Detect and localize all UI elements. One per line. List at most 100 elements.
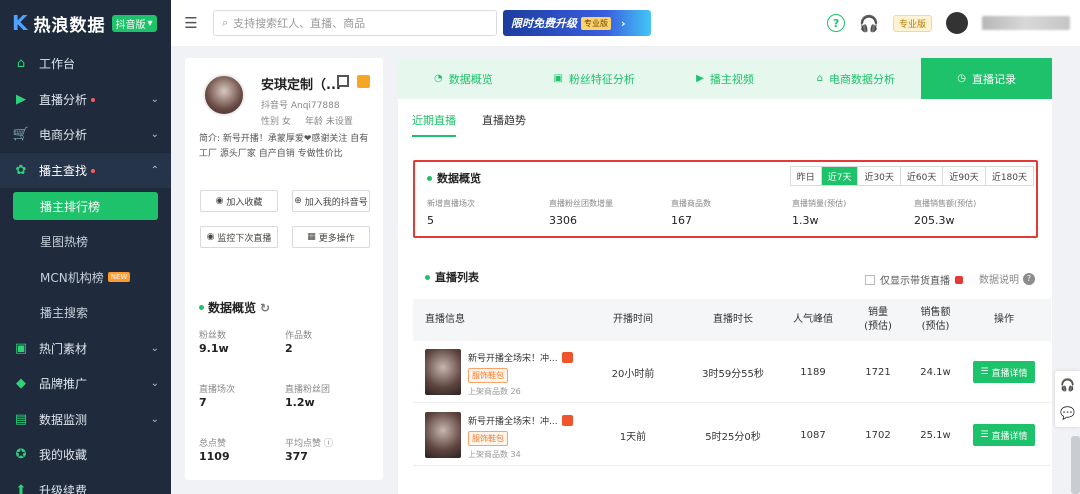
chevron-down-icon: ⌄ — [150, 342, 159, 354]
headset-icon[interactable]: 🎧 — [1060, 378, 1075, 392]
checkbox-box[interactable] — [865, 274, 875, 285]
profile-card: 安琪定制（... 抖音号 Anqi77888 性别 女 年龄 未设置 简介: 新… — [185, 58, 383, 480]
gear-icon: ✿ — [15, 162, 27, 178]
cell-revenue: 24.1w — [920, 366, 951, 378]
platform-switch[interactable]: 抖音版 ▾ — [111, 14, 157, 32]
sidebar-sub-mcn-rank[interactable]: MCN机构榜 NEW — [0, 260, 171, 296]
sidebar-item-upgrade[interactable]: ⬆ 升级续费 — [0, 473, 171, 494]
sidebar-sub-streamer-rank[interactable]: 播主排行榜 — [13, 192, 158, 220]
sidebar-item-live-analysis[interactable]: ▶ 直播分析 ⌄ — [0, 82, 171, 118]
banner-text: 限时免费升级 — [511, 17, 577, 30]
sidebar-item-ecommerce[interactable]: 🛒 电商分析 ⌄ — [0, 117, 171, 153]
cell-sales: 1702 — [865, 429, 891, 441]
sidebar-item-label: 我的收藏 — [39, 448, 88, 463]
clock-icon: ◷ — [957, 73, 966, 84]
category-tag: 服饰鞋包 — [468, 368, 508, 383]
chart-icon: ▤ — [14, 411, 28, 427]
range-selector: 昨日 近7天 近30天 近60天 近90天 近180天 — [789, 166, 1034, 186]
upgrade-banner[interactable]: 限时免费升级 专业版 › — [503, 10, 651, 36]
cube-icon: ◆ — [16, 376, 26, 392]
live-overview-panel: 数据概览 昨日 近7天 近30天 近60天 近90天 近180天 新增直播场次 … — [413, 160, 1038, 238]
range-60d[interactable]: 近60天 — [899, 167, 942, 185]
tab-streamer-videos[interactable]: ▶ 播主视频 — [659, 58, 791, 99]
table-row[interactable]: 新号开播全场宋！冲... 服饰鞋包 上架商品数 26 20小时前 3时59分55… — [413, 341, 1051, 403]
stat-label: 直播粉丝团 — [285, 385, 331, 395]
stat-label: 总点赞 — [199, 439, 227, 449]
menu-toggle-icon[interactable]: ☰ — [171, 14, 211, 32]
subtab-live-trend[interactable]: 直播趋势 — [482, 112, 526, 137]
qrcode-icon[interactable] — [337, 75, 349, 87]
live-icon: ▶ — [16, 91, 26, 107]
live-thumbnail[interactable] — [425, 349, 461, 395]
only-selling-checkbox[interactable]: 仅显示带货直播 — [865, 272, 963, 287]
cart-tag-icon — [561, 415, 573, 426]
range-90d[interactable]: 近90天 — [942, 167, 984, 185]
add-favorite-button[interactable]: ◉ 加入收藏 — [200, 190, 278, 212]
cell-peak: 1087 — [800, 429, 826, 441]
tab-data-overview[interactable]: ◔ 数据概览 — [398, 58, 529, 99]
help-icon[interactable]: ⓘ — [324, 439, 333, 449]
logo[interactable]: K 热浪数据 抖音版 ▾ — [0, 0, 171, 46]
sidebar-item-hot-material[interactable]: ▣ 热门素材 ⌄ — [0, 331, 171, 367]
scrollbar[interactable] — [1071, 436, 1080, 494]
avatar[interactable] — [946, 12, 968, 34]
range-7d[interactable]: 近7天 — [820, 167, 858, 185]
sidebar-item-favorites[interactable]: ✪ 我的收藏 — [0, 437, 171, 473]
cell-peak: 1189 — [800, 366, 826, 378]
refresh-icon[interactable]: ↻ — [260, 301, 270, 315]
username-blurred[interactable] — [982, 16, 1070, 30]
cell-revenue: 25.1w — [920, 429, 951, 441]
sidebar-item-workbench[interactable]: ⌂ 工作台 — [0, 46, 171, 82]
main-panel: ◔ 数据概览 ▣ 粉丝特征分析 ▶ 播主视频 ⌂ 电商数据分析 ◷ 直播记录 近… — [398, 58, 1052, 494]
list-icon: ☰ — [980, 367, 989, 377]
search-input[interactable]: ⌕ 支持搜索红人、直播、商品 — [213, 10, 497, 36]
chevron-down-icon: ⌄ — [150, 93, 159, 105]
headset-icon[interactable]: 🎧 — [859, 14, 879, 33]
add-douyin-button[interactable]: ⊕ 加入我的抖音号 — [292, 190, 370, 212]
subtab-recent-live[interactable]: 近期直播 — [412, 112, 456, 137]
brand-logo-icon: K — [12, 11, 28, 35]
overview-stat-value: 5 — [427, 214, 434, 227]
live-thumbnail[interactable] — [425, 412, 461, 458]
live-detail-button[interactable]: ☰ 直播详情 — [973, 361, 1035, 383]
sidebar-sub-star-hot[interactable]: 星图热榜 — [0, 224, 171, 260]
arrow-right-icon: › — [621, 16, 626, 30]
stat-value: 9.1w — [199, 342, 229, 355]
sidebar-item-label: 数据监测 — [39, 412, 88, 427]
grid-icon: ▦ — [307, 232, 316, 242]
list-title: 直播列表 — [425, 269, 479, 285]
favorite-icon: ◉ — [215, 196, 224, 206]
shop-icon[interactable] — [357, 75, 370, 88]
sidebar-item-brand-promo[interactable]: ◆ 品牌推广 ⌄ — [0, 366, 171, 402]
more-actions-button[interactable]: ▦ 更多操作 — [292, 226, 370, 248]
monitor-next-live-button[interactable]: ◉ 监控下次直播 — [200, 226, 278, 248]
range-30d[interactable]: 近30天 — [857, 167, 899, 185]
tab-ecommerce-analysis[interactable]: ⌂ 电商数据分析 — [790, 58, 922, 99]
sidebar-item-streamer-search[interactable]: ✿ 播主查找 ⌃ — [0, 152, 171, 188]
overview-stat-label: 直播粉丝团数增量 — [549, 199, 613, 208]
tab-live-records[interactable]: ◷ 直播记录 — [921, 58, 1052, 99]
profile-avatar — [203, 74, 245, 116]
cell-sales: 1721 — [865, 366, 891, 378]
question-icon: ? — [1023, 272, 1035, 285]
overview-stat-label: 直播销量(预估) — [792, 199, 847, 208]
sidebar-sub-streamer-search[interactable]: 播主搜索 — [0, 295, 171, 331]
wechat-icon[interactable]: 💬 — [1060, 406, 1075, 420]
stat-label: 平均点赞 ⓘ — [285, 439, 333, 449]
help-icon[interactable]: ? — [827, 14, 846, 32]
live-detail-button[interactable]: ☰ 直播详情 — [973, 424, 1035, 446]
overview-stat-value: 205.3w — [914, 214, 955, 227]
banner-badge: 专业版 — [581, 16, 611, 30]
live-title[interactable]: 新号开播全场宋！冲... — [468, 351, 573, 364]
data-note-link[interactable]: 数据说明 ? — [979, 271, 1035, 286]
live-title[interactable]: 新号开播全场宋！冲... — [468, 414, 573, 427]
tab-fans-analysis[interactable]: ▣ 粉丝特征分析 — [528, 58, 660, 99]
table-row[interactable]: 新号开播全场宋！冲... 服饰鞋包 上架商品数 34 1天前 5时25分0秒 1… — [413, 404, 1051, 466]
profile-overview-title: 数据概览 ↻ — [199, 299, 270, 316]
stat-label: 直播场次 — [199, 385, 236, 395]
range-180d[interactable]: 近180天 — [984, 167, 1033, 185]
col-peak: 人气峰值 — [793, 314, 833, 325]
sidebar-sub-label: MCN机构榜 — [40, 270, 104, 285]
sidebar-item-data-monitor[interactable]: ▤ 数据监测 ⌄ — [0, 402, 171, 438]
range-yesterday[interactable]: 昨日 — [791, 167, 821, 185]
